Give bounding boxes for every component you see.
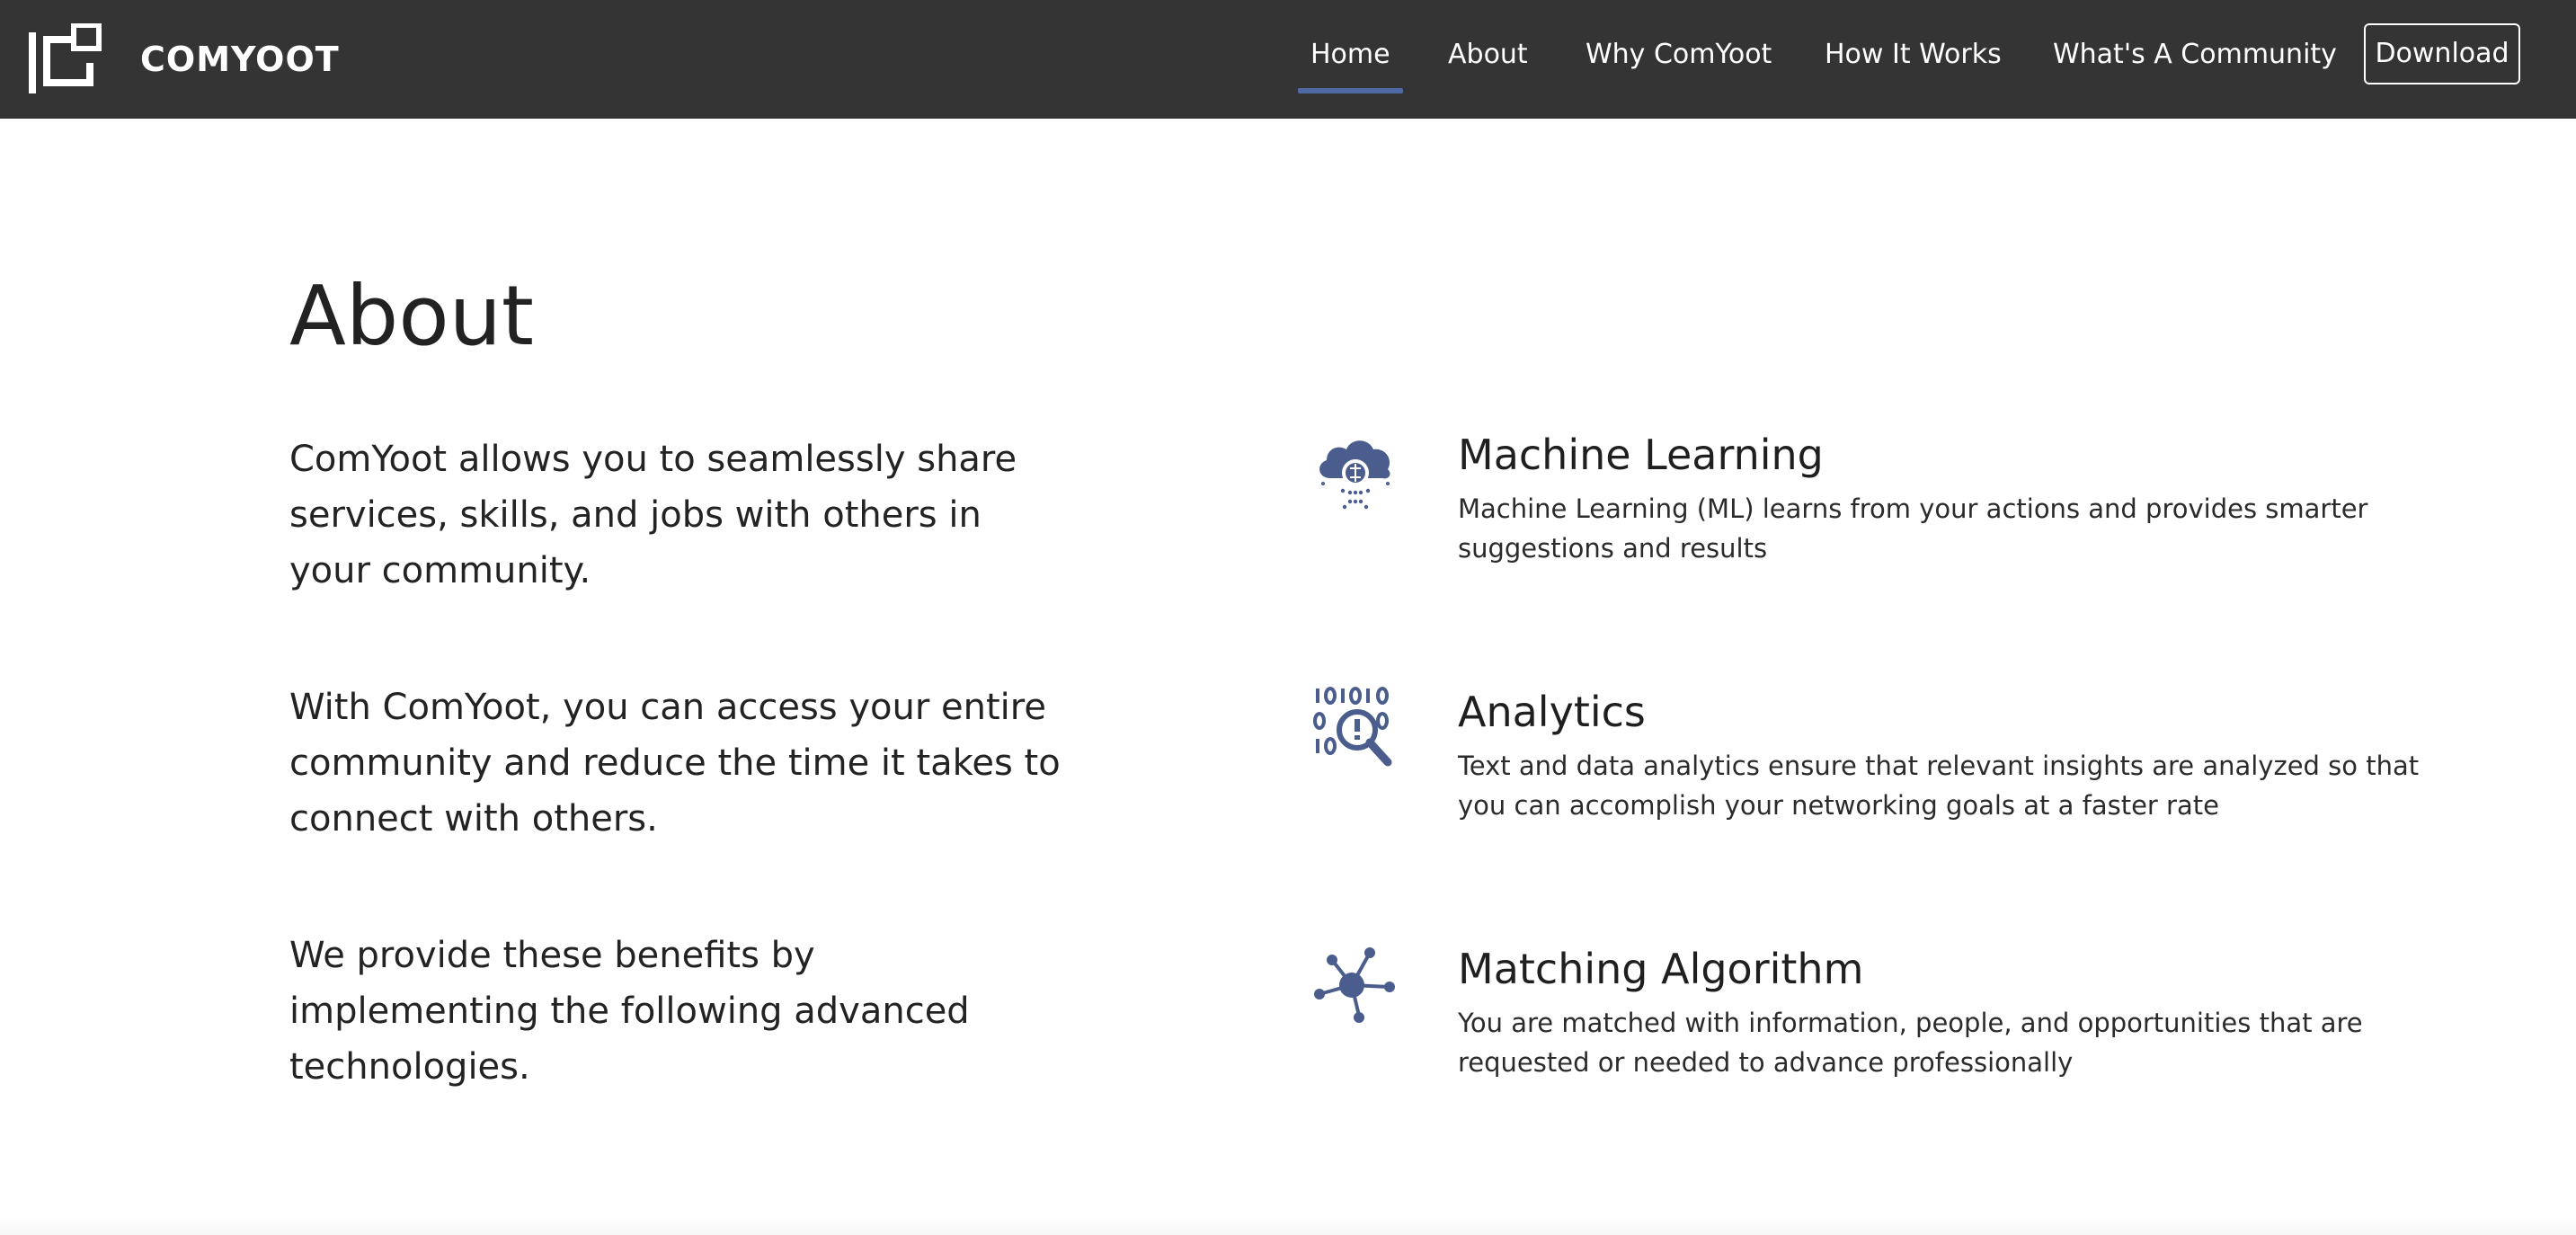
feature-title: Matching Algorithm	[1458, 945, 1864, 993]
page-title: About	[289, 268, 535, 364]
about-paragraph-3: We provide these benefits by implementin…	[289, 935, 970, 1088]
feature-title: Machine Learning	[1458, 431, 1824, 479]
main-nav: Home About Why ComYoot How It Works What…	[0, 0, 2576, 119]
feature-description: Machine Learning (ML) learns from your a…	[1458, 493, 2368, 564]
feature-description: Text and data analytics ensure that rele…	[1458, 751, 2420, 821]
navbar: COMYOOT Home About Why ComYoot How It Wo…	[0, 0, 2576, 119]
feature-description: You are matched with information, people…	[1458, 1008, 2363, 1078]
binary-magnifier-icon	[1313, 687, 1392, 767]
network-hub-icon	[1314, 947, 1395, 1023]
nav-about[interactable]: About	[1448, 34, 1528, 76]
about-paragraph-2: With ComYoot, you can access your entire…	[289, 687, 1061, 840]
nav-home[interactable]: Home	[1298, 34, 1403, 93]
nav-how-it-works[interactable]: How It Works	[1825, 34, 2002, 76]
download-button[interactable]: Download	[2364, 23, 2520, 84]
about-paragraph-1: ComYoot allows you to seamlessly share s…	[289, 439, 1017, 591]
page-bottom-edge	[0, 1217, 2576, 1235]
nav-whats-a-community[interactable]: What's A Community	[2053, 34, 2337, 76]
nav-why-comyoot[interactable]: Why ComYoot	[1586, 34, 1772, 76]
feature-title: Analytics	[1458, 688, 1646, 736]
cloud-brain-icon	[1319, 440, 1390, 510]
